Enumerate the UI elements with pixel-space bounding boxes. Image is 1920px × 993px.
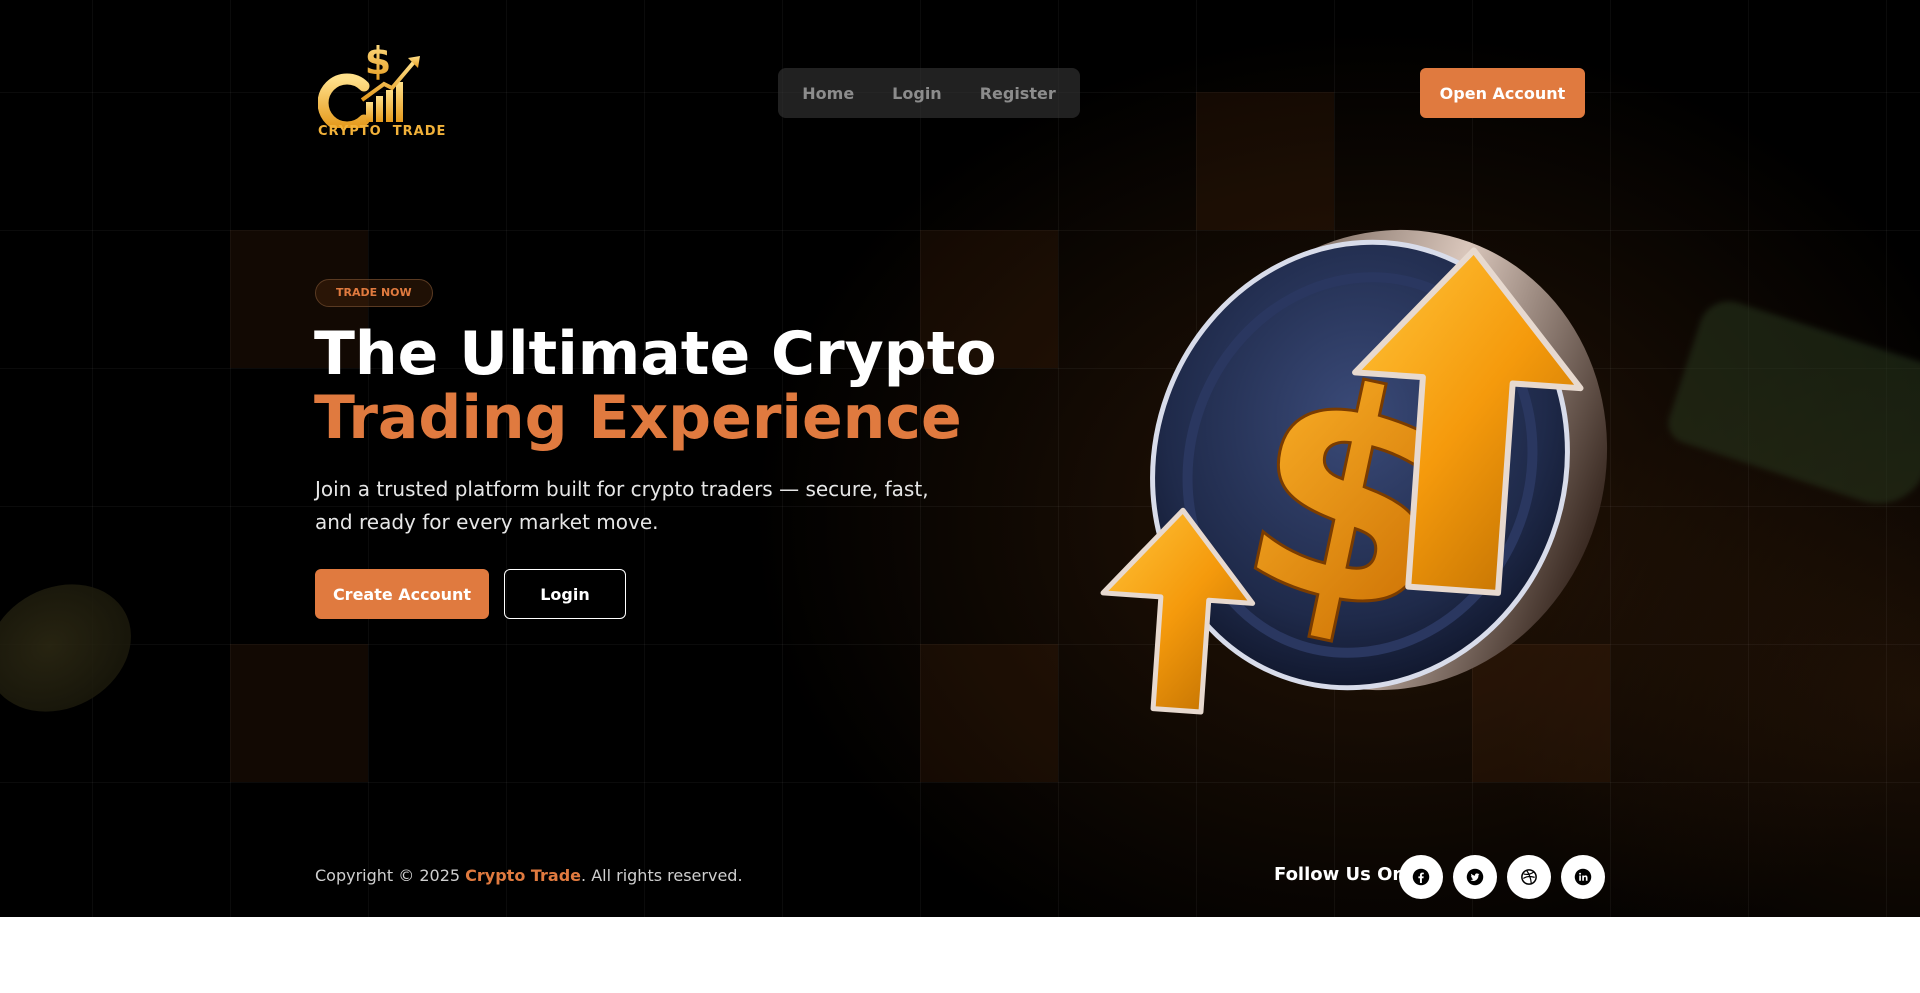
copyright-suffix: . All rights reserved. xyxy=(581,866,743,885)
nav-register[interactable]: Register xyxy=(980,84,1056,103)
hero-title: The Ultimate Crypto Trading Experience xyxy=(314,322,997,450)
facebook-link[interactable] xyxy=(1399,855,1443,899)
brand-logo[interactable]: $ CRYPTO TRADE xyxy=(317,38,447,144)
background-tile xyxy=(230,644,368,782)
hero-section: $ CRYPTO TRADE Home Login Register Open … xyxy=(0,0,1920,917)
svg-text:$: $ xyxy=(365,39,391,83)
linkedin-icon xyxy=(1574,868,1592,886)
dribbble-link[interactable] xyxy=(1507,855,1551,899)
hero-subtitle: Join a trusted platform built for crypto… xyxy=(315,477,929,534)
copyright-text: Copyright © 2025 Crypto Trade. All right… xyxy=(315,866,743,885)
background-tile xyxy=(920,644,1058,782)
dollar-chart-logo-icon: $ xyxy=(317,39,420,133)
coin-with-up-arrows-illustration: $ xyxy=(1100,229,1608,715)
copyright-prefix: Copyright © 2025 xyxy=(315,866,466,885)
login-button[interactable]: Login xyxy=(504,569,626,619)
twitter-link[interactable] xyxy=(1453,855,1497,899)
dribbble-icon xyxy=(1521,869,1537,885)
open-account-button[interactable]: Open Account xyxy=(1420,68,1585,118)
logo-text: CRYPTO TRADE xyxy=(318,124,447,139)
create-account-button[interactable]: Create Account xyxy=(315,569,489,619)
linkedin-link[interactable] xyxy=(1561,855,1605,899)
social-links xyxy=(1399,855,1605,899)
hero-title-line2: Trading Experience xyxy=(314,383,962,453)
main-nav: Home Login Register xyxy=(778,68,1080,118)
copyright-brand-link[interactable]: Crypto Trade xyxy=(465,866,581,885)
follow-us-label: Follow Us On: xyxy=(1274,864,1413,885)
facebook-icon xyxy=(1412,868,1430,886)
trade-now-badge: TRADE NOW xyxy=(315,279,433,307)
nav-login[interactable]: Login xyxy=(892,84,942,103)
twitter-icon xyxy=(1466,868,1484,886)
nav-home[interactable]: Home xyxy=(802,84,854,103)
hero-title-line1: The Ultimate Crypto xyxy=(314,319,997,389)
